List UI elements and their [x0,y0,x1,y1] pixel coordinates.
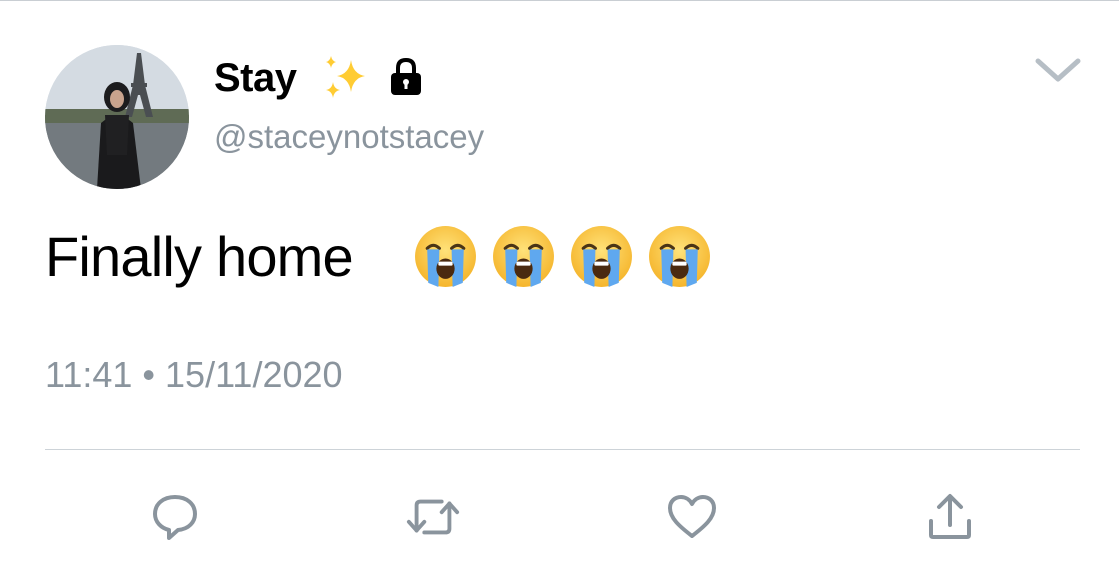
loudly-crying-face-icon [493,226,554,287]
share-icon [929,494,971,539]
tweet-text: Finally home [45,225,354,288]
avatar-photo [45,45,189,189]
display-name[interactable]: Stay [214,56,297,100]
retweet-button[interactable] [405,489,461,545]
loudly-crying-face-icon [649,226,710,287]
handle[interactable]: @staceynotstacey [214,117,484,157]
reply-icon [153,495,197,540]
heart-icon [668,495,716,538]
emoji-row [413,224,712,289]
chevron-down-icon[interactable] [1034,56,1082,84]
retweet-icon [406,499,460,535]
action-divider [45,449,1080,450]
loudly-crying-face-icon [415,226,476,287]
reply-button[interactable] [147,489,203,545]
timestamp[interactable]: 11:41 • 15/11/2020 [45,354,343,396]
lock-icon [391,57,421,95]
top-divider [0,0,1119,1]
loudly-crying-face-icon [571,226,632,287]
share-button[interactable] [922,489,978,545]
sparkles-icon [326,56,365,98]
like-button[interactable] [664,489,720,545]
avatar[interactable] [45,45,189,189]
